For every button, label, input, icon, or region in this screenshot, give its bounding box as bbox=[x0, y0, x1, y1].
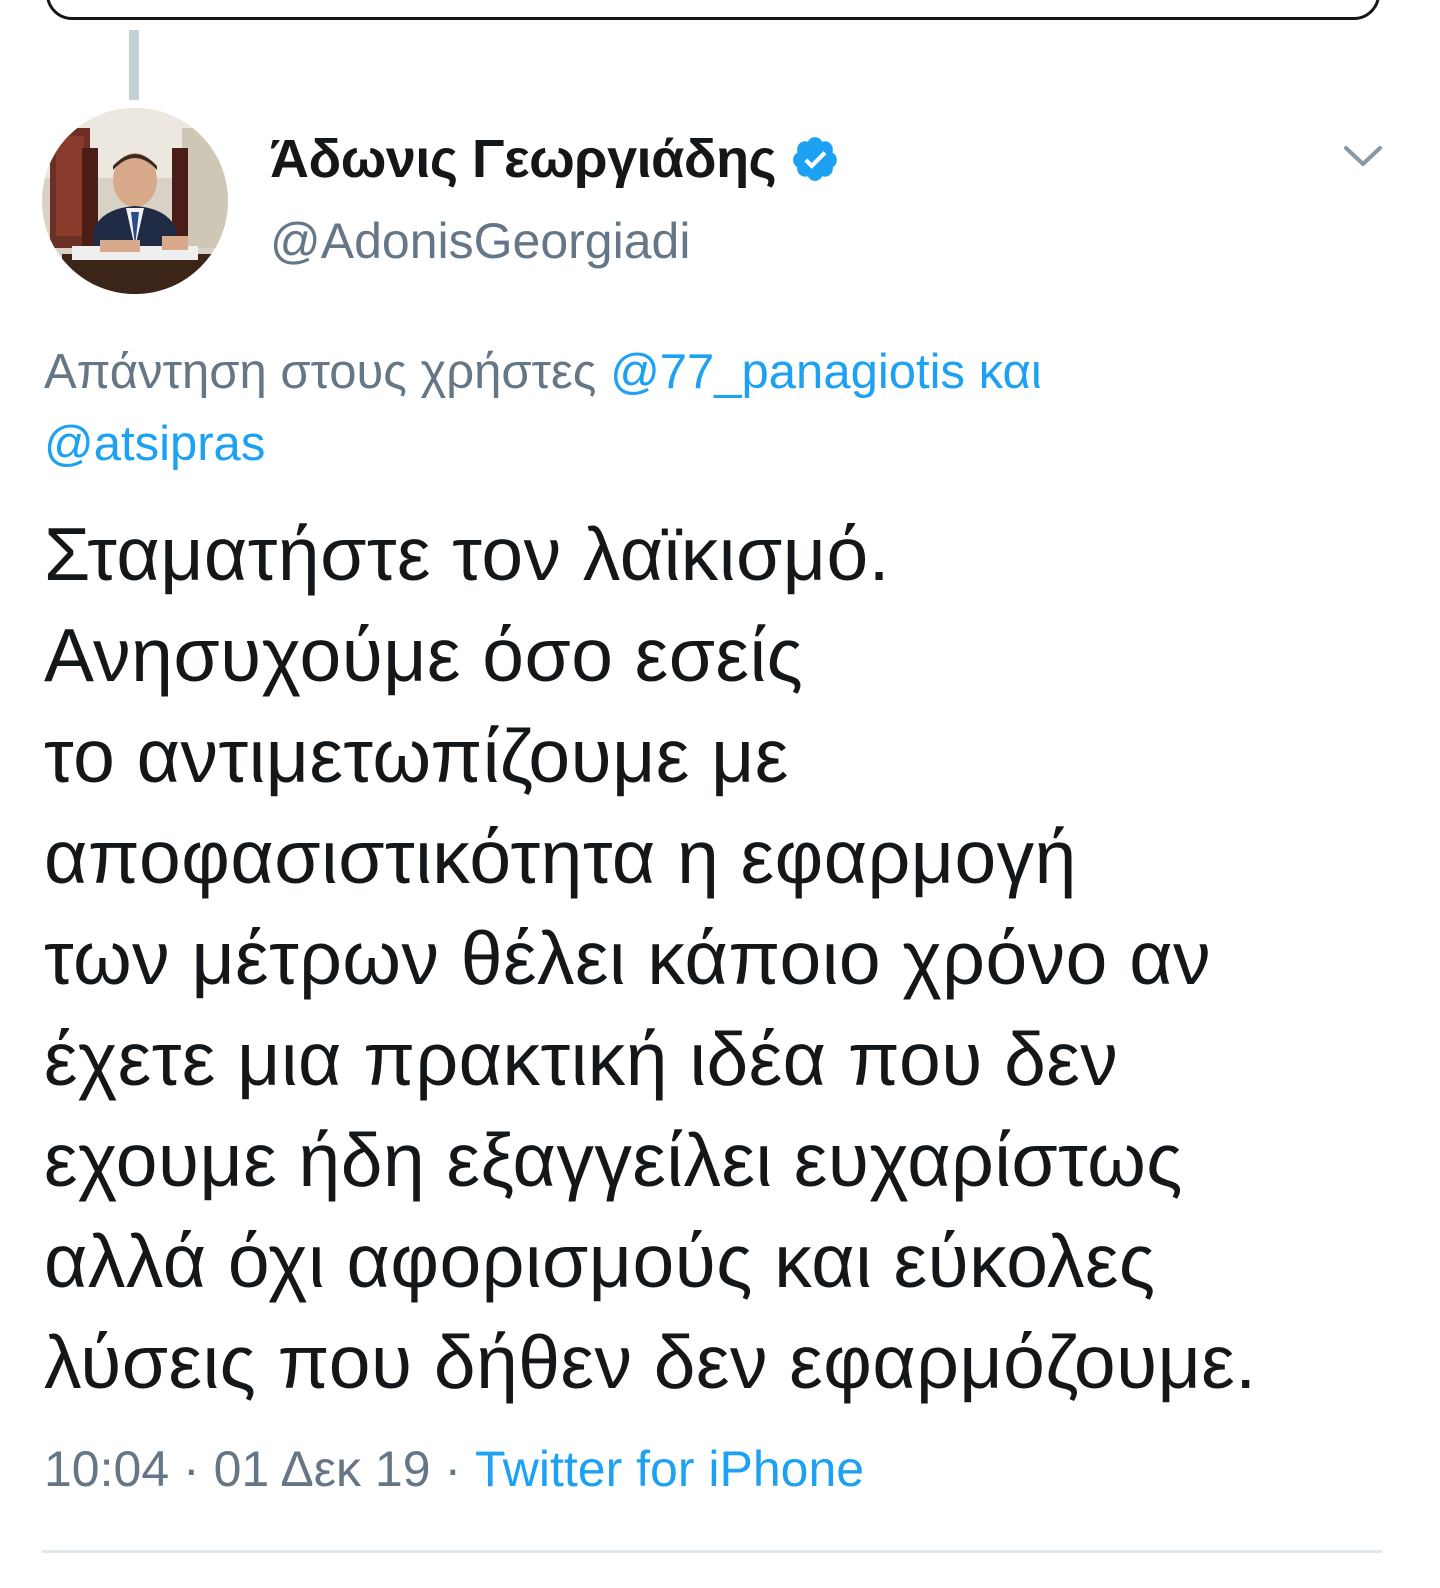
divider bbox=[42, 1550, 1382, 1553]
tweet-text-line: λύσεις που δήθεν δεν εφαρμόζουμε. bbox=[44, 1320, 1257, 1404]
mention-link[interactable]: @77_panagiotis bbox=[610, 345, 965, 399]
tweet-text-line: Ανησυχούμε όσο εσείς bbox=[44, 613, 804, 697]
author-handle[interactable]: @AdonisGeorgiadi bbox=[270, 212, 690, 270]
tweet-source-link[interactable]: Twitter for iPhone bbox=[475, 1441, 864, 1497]
tweet-time[interactable]: 10:04 bbox=[44, 1441, 169, 1497]
tweet-text-line: έχετε μια πρακτική ιδέα που δεν bbox=[44, 1017, 1119, 1101]
verified-badge-icon bbox=[790, 134, 840, 184]
reply-prefix: Απάντηση στους χρήστες bbox=[44, 345, 597, 399]
tweet-date[interactable]: 01 Δεκ 19 bbox=[214, 1441, 431, 1497]
tweet-text-line: των μέτρων θέλει κάποιο χρόνο αν bbox=[44, 916, 1212, 1000]
tweet-text-line: αποφασιστικότητα η εφαρμογή bbox=[44, 815, 1077, 899]
tweet-metadata: 10:04 · 01 Δεκ 19 · Twitter for iPhone bbox=[44, 1440, 864, 1498]
tweet-text-line: Σταματήστε τον λαϊκισμό. bbox=[44, 512, 891, 596]
thread-connector-line bbox=[129, 30, 139, 100]
tweet-text-line: αλλά όχι αφορισμούς και εύκολες bbox=[44, 1219, 1156, 1303]
tweet-text-line: εχουμε ήδη εξαγγείλει ευχαρίστως bbox=[44, 1118, 1183, 1202]
reply-context: Απάντηση στους χρήστες @77_panagiotis κα… bbox=[44, 336, 1384, 480]
avatar[interactable] bbox=[42, 108, 228, 294]
profile-photo-icon bbox=[42, 108, 228, 294]
author-display-name[interactable]: Άδωνις Γεωργιάδης bbox=[270, 128, 777, 190]
tweet-body: Σταματήστε τον λαϊκισμό. Ανησυχούμε όσο … bbox=[44, 504, 1414, 1413]
chevron-down-icon[interactable] bbox=[1338, 136, 1388, 176]
author-name-row[interactable]: Άδωνις Γεωργιάδης bbox=[270, 124, 840, 194]
meta-separator: · bbox=[183, 1441, 200, 1497]
previous-tweet-card[interactable] bbox=[46, 0, 1380, 20]
meta-separator: · bbox=[444, 1441, 462, 1497]
mention-link[interactable]: @atsipras bbox=[44, 417, 265, 471]
reply-connector[interactable]: και bbox=[979, 345, 1042, 399]
tweet-text-line: το αντιμετωπίζουμε με bbox=[44, 714, 789, 798]
